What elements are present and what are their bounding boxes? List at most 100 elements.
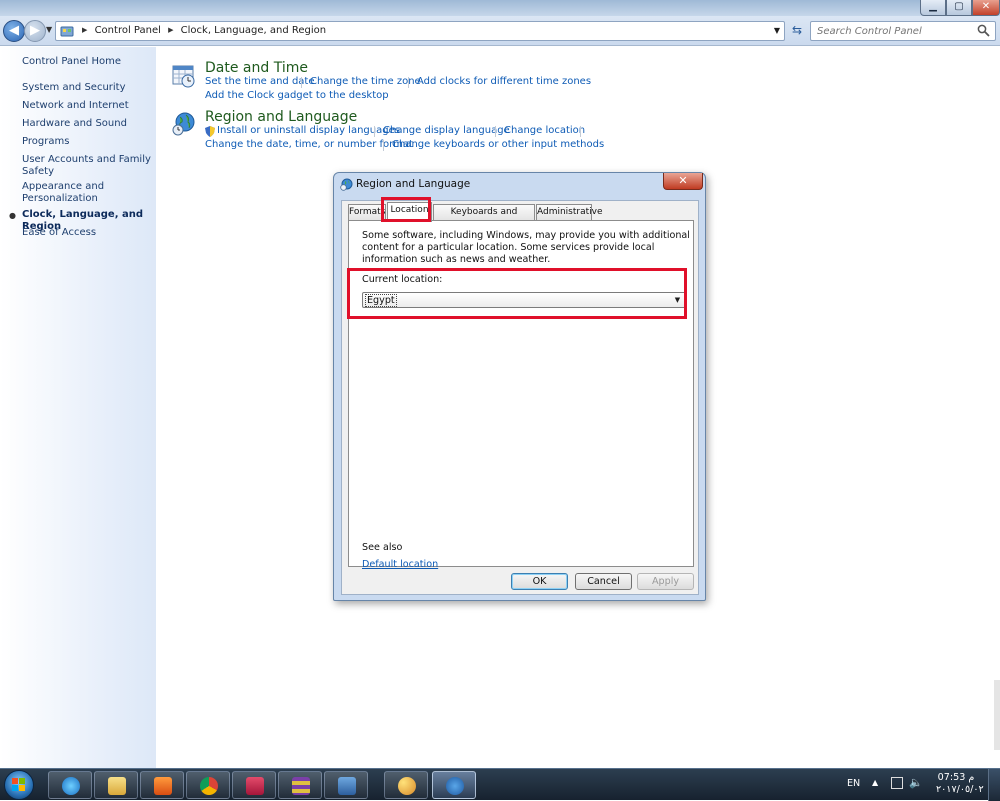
left-pane-user-accounts[interactable]: User Accounts and Family Safety (22, 154, 152, 178)
refresh-icon: ⇆ (791, 23, 803, 37)
current-location-highlight (347, 268, 687, 319)
maximize-icon: ▢ (954, 1, 964, 12)
forward-arrow-icon: ▶ (30, 23, 40, 38)
region-and-language-title[interactable]: Region and Language (205, 109, 357, 125)
date-and-time-title[interactable]: Date and Time (205, 60, 308, 76)
chrome-icon (200, 777, 218, 795)
taskbar: EN ▲ 🔈 07:53 م ٢٠١٧/٠٥/٠٢ (0, 768, 1000, 801)
breadcrumb-separator-icon[interactable]: ▶ (82, 26, 87, 34)
control-panel-window: ▁ ▢ ✕ ◀ ▶ ▼ ▶ Control Panel ▶ Clock, Lan… (0, 0, 1000, 768)
action-center-flag-icon[interactable] (891, 777, 903, 789)
region-language-globe-icon (172, 112, 195, 136)
ok-button[interactable]: OK (511, 573, 568, 590)
search-input[interactable] (811, 22, 976, 40)
taskbar-app[interactable] (324, 771, 368, 799)
folder-icon (108, 777, 126, 795)
address-dropdown-icon[interactable]: ▼ (774, 26, 780, 35)
tab-keyboards-and-languages[interactable]: Keyboards and Languages (433, 204, 535, 232)
dialog-title: Region and Language (356, 178, 471, 190)
close-button[interactable]: ✕ (972, 0, 1000, 16)
breadcrumb-separator-icon[interactable]: ▶ (168, 26, 173, 34)
refresh-button[interactable]: ⇆ (787, 21, 807, 41)
left-pane-ease-of-access[interactable]: Ease of Access (22, 227, 152, 239)
control-panel-globe-icon (446, 777, 464, 795)
volume-icon[interactable]: 🔈 (909, 776, 923, 789)
change-display-language-link[interactable]: Change display language (383, 125, 510, 136)
link-separator (301, 77, 302, 88)
breadcrumb-control-panel[interactable]: Control Panel (95, 25, 161, 36)
left-pane-control-panel-home[interactable]: Control Panel Home (22, 56, 152, 68)
current-item-bullet-icon: ● (9, 211, 16, 220)
minimize-icon: ▁ (929, 1, 937, 12)
control-panel-icon (60, 26, 74, 37)
address-bar[interactable]: ▶ Control Panel ▶ Clock, Language, and R… (55, 21, 785, 41)
taskbar-internet-explorer[interactable] (48, 771, 92, 799)
change-location-link[interactable]: Change location (504, 125, 585, 136)
left-navigation-pane: Control Panel Home System and Security N… (0, 47, 156, 768)
dialog-close-button[interactable]: ✕ (663, 173, 703, 190)
access-icon (246, 777, 264, 795)
taskbar-winrar[interactable] (278, 771, 322, 799)
cancel-button[interactable]: Cancel (575, 573, 632, 590)
breadcrumb-clock-language-region[interactable]: Clock, Language, and Region (181, 25, 326, 36)
left-pane-system-and-security[interactable]: System and Security (22, 82, 152, 94)
clock-date: ٢٠١٧/٠٥/٠٢ (936, 784, 984, 795)
change-date-number-format-link[interactable]: Change the date, time, or number format (205, 139, 413, 150)
taskbar-paint[interactable] (384, 771, 428, 799)
location-description: Some software, including Windows, may pr… (362, 230, 690, 265)
link-separator (374, 126, 375, 137)
change-keyboards-link[interactable]: Change keyboards or other input methods (392, 139, 604, 150)
link-separator (408, 77, 409, 88)
install-display-languages-link[interactable]: Install or uninstall display languages (217, 125, 400, 136)
search-box[interactable] (810, 21, 996, 41)
back-button[interactable]: ◀ (3, 20, 25, 42)
start-button[interactable] (4, 770, 34, 800)
paint-palette-icon (398, 777, 416, 795)
left-pane-programs[interactable]: Programs (22, 136, 152, 148)
set-time-date-link[interactable]: Set the time and date (205, 76, 315, 87)
change-time-zone-link[interactable]: Change the time zone (310, 76, 421, 87)
app-window-icon (338, 777, 356, 795)
left-pane-network-and-internet[interactable]: Network and Internet (22, 100, 152, 112)
navigation-bar: ◀ ▶ ▼ ▶ Control Panel ▶ Clock, Language,… (0, 16, 1000, 46)
left-pane-appearance[interactable]: Appearance and Personalization (22, 181, 152, 205)
windows-logo-icon (12, 778, 25, 791)
add-clock-gadget-link[interactable]: Add the Clock gadget to the desktop (205, 90, 389, 101)
close-icon: ✕ (981, 1, 991, 12)
taskbar-explorer[interactable] (94, 771, 138, 799)
minimize-button[interactable]: ▁ (920, 0, 946, 16)
language-indicator[interactable]: EN (847, 778, 860, 789)
title-bar: ▁ ▢ ✕ (0, 0, 1000, 16)
taskbar-chrome[interactable] (186, 771, 230, 799)
add-clocks-link[interactable]: Add clocks for different time zones (417, 76, 591, 87)
back-arrow-icon: ◀ (9, 23, 19, 38)
link-separator (580, 126, 581, 137)
dialog-body: Formats Location Keyboards and Languages… (341, 200, 699, 595)
show-hidden-icons-icon[interactable]: ▲ (872, 778, 878, 787)
winrar-icon (292, 777, 310, 795)
taskbar-media-player[interactable] (140, 771, 184, 799)
search-icon[interactable] (977, 24, 990, 37)
link-separator (383, 140, 384, 151)
show-desktop-button[interactable] (988, 769, 1000, 801)
date-time-icon (172, 65, 195, 88)
recent-pages-chevron-icon[interactable]: ▼ (46, 25, 52, 34)
internet-explorer-icon (62, 777, 80, 795)
dialog-globe-icon (340, 178, 353, 191)
media-player-icon (154, 777, 172, 795)
taskbar-control-panel[interactable] (432, 771, 476, 799)
see-also-heading: See also (362, 542, 403, 553)
maximize-button[interactable]: ▢ (946, 0, 972, 16)
forward-button[interactable]: ▶ (24, 20, 46, 42)
clock[interactable]: 07:53 م ٢٠١٧/٠٥/٠٢ (936, 772, 984, 796)
taskbar-access[interactable] (232, 771, 276, 799)
link-separator (495, 126, 496, 137)
location-tab-highlight (381, 197, 431, 222)
explorer-scrollbar[interactable] (994, 680, 1000, 750)
default-location-link[interactable]: Default location (362, 559, 438, 570)
tab-administrative[interactable]: Administrative (536, 204, 603, 221)
breadcrumb: ▶ Control Panel ▶ Clock, Language, and R… (78, 25, 326, 36)
apply-button: Apply (637, 573, 694, 590)
clock-time: 07:53 م (937, 772, 975, 783)
left-pane-hardware-and-sound[interactable]: Hardware and Sound (22, 118, 152, 130)
